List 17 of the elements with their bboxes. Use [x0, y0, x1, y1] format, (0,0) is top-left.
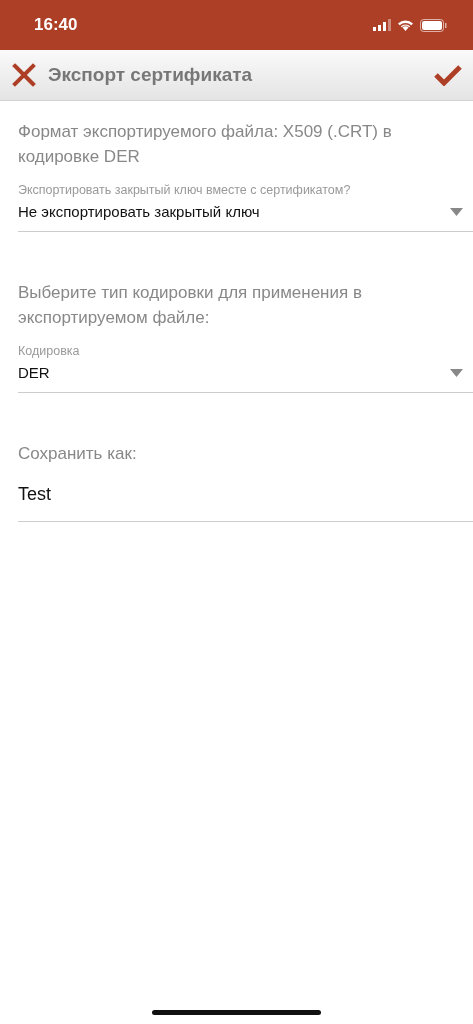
wifi-icon — [397, 19, 414, 31]
signal-icon — [373, 19, 391, 31]
close-icon[interactable] — [12, 63, 36, 87]
dropdown-field[interactable]: Не экспортировать закрытый ключ — [18, 197, 473, 232]
dropdown-field[interactable]: DER — [18, 358, 473, 393]
dropdown-caret-icon — [450, 368, 463, 377]
dropdown-caret-icon — [450, 207, 463, 216]
description-text: Формат экспортируемого файла: X509 (.CRT) в кодировке DER — [18, 121, 393, 168]
field-label: Экспортировать закрытый ключ вместе с сертификатом? — [18, 183, 352, 197]
input-field[interactable]: Test — [18, 466, 473, 522]
description-text: Выберите тип кодировки для применения в экспортируемом файле: — [18, 282, 363, 329]
battery-icon — [420, 18, 447, 32]
toolbar-title: Экспорт сертификата — [48, 64, 254, 86]
description-text: Сохранить как: — [18, 443, 138, 465]
field-label: Кодировка — [18, 344, 81, 358]
checkmark-icon[interactable] — [433, 64, 463, 86]
status-time: 16:40 — [34, 15, 78, 35]
